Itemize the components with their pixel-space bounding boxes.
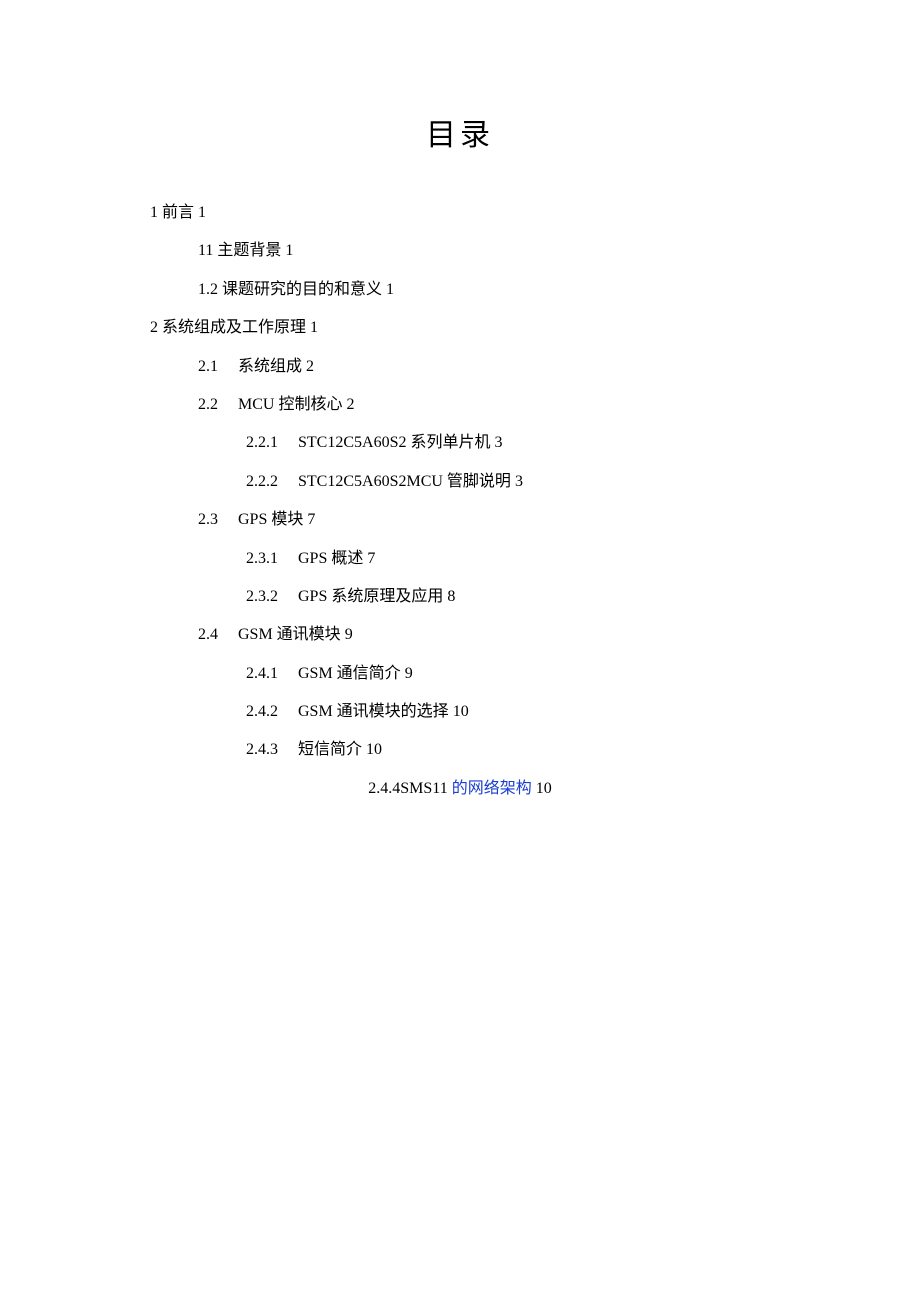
toc-entry: 1.2 课题研究的目的和意义 1: [198, 271, 770, 309]
toc-entry: 1 前言 1: [150, 194, 770, 232]
toc-entry: 2.4 GSM 通讯模块 9: [198, 616, 770, 654]
toc-entry: 2.3.2 GPS 系统原理及应用 8: [246, 578, 770, 616]
page-title: 目录: [150, 110, 770, 154]
toc-entry: 2.4.1 GSM 通信简介 9: [246, 655, 770, 693]
toc-label: 系统组成: [238, 358, 302, 375]
toc-label: MCU 控制核心: [238, 396, 342, 413]
toc-number: 1.2: [198, 281, 218, 298]
toc-number: 2.3.2: [246, 588, 278, 605]
toc-page: 7: [307, 511, 315, 528]
toc-entry: 2.2.1 STC12C5A60S2 系列单片机 3: [246, 424, 770, 462]
toc-label: STC12C5A60S2 系列单片机: [298, 434, 490, 451]
toc-number: 11: [198, 242, 213, 259]
toc-label: 短信简介: [298, 741, 362, 758]
toc-label: GSM 通信简介: [298, 665, 401, 682]
toc-page: 2: [346, 396, 354, 413]
toc-number: 2.2.2: [246, 473, 278, 490]
toc-entry: 2 系统组成及工作原理 1: [150, 309, 770, 347]
toc-label: GPS 模块: [238, 511, 303, 528]
toc-entry: 2.4.4SMS11 的网络架构 10: [150, 770, 770, 808]
toc-page: 10: [453, 703, 469, 720]
toc-label: STC12C5A60S2MCU 管脚说明: [298, 473, 511, 490]
toc-page: 3: [515, 473, 523, 490]
toc-number: 2.2.1: [246, 434, 278, 451]
toc-page: 8: [447, 588, 455, 605]
table-of-contents: 1 前言 1 11 主题背景 1 1.2 课题研究的目的和意义 1 2 系统组成…: [150, 194, 770, 808]
toc-page: 7: [367, 550, 375, 567]
toc-page: 9: [405, 665, 413, 682]
toc-label: 系统组成及工作原理: [162, 319, 306, 336]
toc-number: 2.4: [198, 626, 218, 643]
toc-label: 主题背景: [217, 242, 281, 259]
toc-number: 2.4.1: [246, 665, 278, 682]
toc-label-link[interactable]: 的网络架构: [452, 780, 532, 797]
toc-page: 9: [345, 626, 353, 643]
toc-number: 2.1: [198, 358, 218, 375]
toc-number: 2.3.1: [246, 550, 278, 567]
toc-page: 3: [494, 434, 502, 451]
toc-number: 2: [150, 319, 158, 336]
toc-page: 1: [386, 281, 394, 298]
toc-entry: 2.1 系统组成 2: [198, 348, 770, 386]
toc-number: 2.4.2: [246, 703, 278, 720]
toc-entry: 2.3.1 GPS 概述 7: [246, 540, 770, 578]
toc-page: 1: [198, 204, 206, 221]
toc-number: 1: [150, 204, 158, 221]
toc-number: 2.2: [198, 396, 218, 413]
toc-entry: 2.2 MCU 控制核心 2: [198, 386, 770, 424]
toc-entry: 2.4.3 短信简介 10: [246, 731, 770, 769]
toc-entry: 2.2.2 STC12C5A60S2MCU 管脚说明 3: [246, 463, 770, 501]
toc-number: 2.3: [198, 511, 218, 528]
toc-entry: 2.4.2 GSM 通讯模块的选择 10: [246, 693, 770, 731]
toc-number: 2.4.3: [246, 741, 278, 758]
toc-label: GPS 概述: [298, 550, 363, 567]
toc-label: 前言: [162, 204, 194, 221]
toc-label: GPS 系统原理及应用: [298, 588, 443, 605]
toc-page: 2: [306, 358, 314, 375]
toc-page: 1: [310, 319, 318, 336]
toc-number: 2.4.4SMS11: [368, 780, 447, 797]
toc-page: 1: [285, 242, 293, 259]
toc-entry: 2.3 GPS 模块 7: [198, 501, 770, 539]
toc-page: 10: [536, 780, 552, 797]
toc-label: 课题研究的目的和意义: [222, 281, 382, 298]
toc-page: 10: [366, 741, 382, 758]
toc-entry: 11 主题背景 1: [198, 232, 770, 270]
toc-label: GSM 通讯模块: [238, 626, 341, 643]
document-page: 目录 1 前言 1 11 主题背景 1 1.2 课题研究的目的和意义 1 2: [0, 0, 920, 1301]
toc-label: GSM 通讯模块的选择: [298, 703, 449, 720]
